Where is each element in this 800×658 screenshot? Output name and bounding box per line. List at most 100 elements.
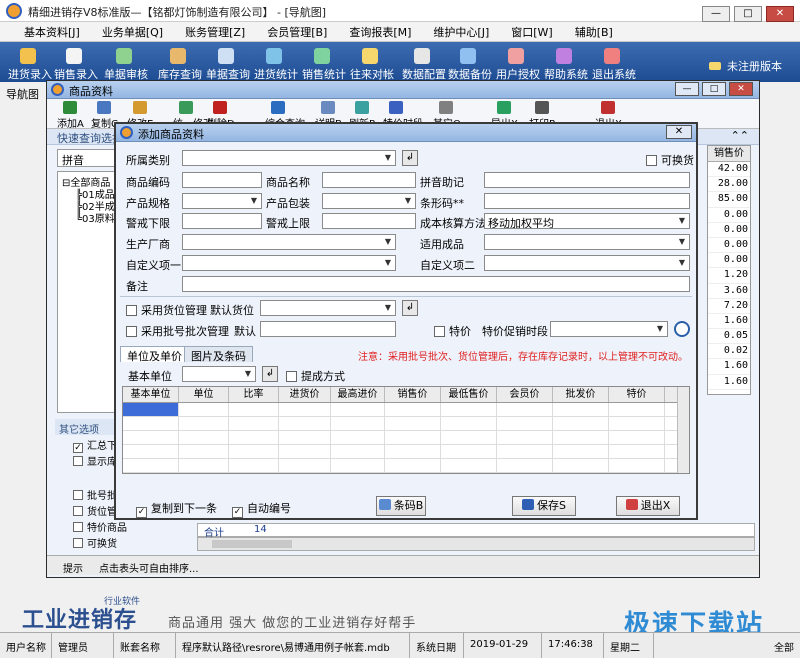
cost-method-select[interactable]: 移动加权平均 ▼ [484, 213, 690, 229]
code-input[interactable] [182, 172, 262, 188]
price-cell[interactable]: 7.20 [708, 299, 750, 314]
menu-accounts[interactable]: 账务管理[Z] [185, 24, 245, 40]
close-button[interactable]: ✕ [766, 6, 794, 22]
menu-members[interactable]: 会员管理[B] [267, 24, 327, 40]
collapse-icon[interactable]: ⌃⌃ [731, 129, 749, 142]
default-batch-input[interactable] [260, 321, 396, 337]
grid-row[interactable] [123, 445, 689, 459]
clock-icon[interactable] [674, 321, 690, 337]
price-cell[interactable]: 28.00 [708, 177, 750, 193]
spec-select[interactable]: ▼ [182, 193, 262, 209]
main-status-bar: 用户名称 管理员 账套名称 程序默认路径\resrore\易博通用例子帐套.md… [0, 632, 800, 658]
auto-code-checkbox[interactable]: ✓ 自动编号 [232, 500, 291, 518]
menu-maintenance[interactable]: 维护中心[J] [433, 24, 489, 40]
menu-reports[interactable]: 查询报表[M] [349, 24, 411, 40]
sale-price-header[interactable]: 销售价 [708, 146, 750, 162]
remark-input[interactable] [182, 276, 690, 292]
menu-help[interactable]: 辅助[B] [575, 24, 613, 40]
exit-button[interactable]: 退出X [616, 496, 680, 516]
menu-bar: 基本资料[J] 业务单据[Q] 账务管理[Z] 会员管理[B] 查询报表[M] … [0, 22, 800, 42]
grid-header-3[interactable]: 进货价 [279, 387, 331, 402]
price-cell[interactable]: 0.00 [708, 238, 750, 254]
window-logo-icon [51, 83, 64, 96]
grid-row[interactable] [123, 417, 689, 431]
price-cell[interactable]: 0.05 [708, 329, 750, 345]
grid-header-7[interactable]: 会员价 [497, 387, 553, 402]
barcode-input[interactable] [484, 193, 690, 209]
grid-vertical-scrollbar[interactable] [677, 387, 689, 473]
price-cell[interactable]: 85.00 [708, 192, 750, 208]
minimize-button[interactable]: — [702, 6, 730, 22]
menu-basic[interactable]: 基本资料[J] [24, 24, 80, 40]
copy-next-checkbox[interactable]: ✓ 复制到下一条 [136, 500, 217, 518]
grid-header-4[interactable]: 最高进价 [331, 387, 385, 402]
price-cell[interactable]: 3.60 [708, 284, 750, 299]
option-top-1[interactable]: 显示库 [73, 453, 117, 468]
main-toolbar: 未注册版本 进货录入 销售录入 单据审核 库存查询 单据查询 进货统计 销售统计 往来对帐 数据… [0, 42, 800, 82]
price-cell[interactable]: 1.60 [708, 375, 750, 390]
product-maximize-button[interactable]: □ [702, 82, 726, 96]
custom2-select[interactable]: ▼ [484, 255, 690, 271]
option-bottom-1[interactable]: 货位管 [73, 503, 117, 518]
product-minimize-button[interactable]: — [675, 82, 699, 96]
save-button[interactable]: 保存S [512, 496, 576, 516]
commission-checkbox[interactable]: 提成方式 [286, 368, 345, 384]
grid-row[interactable] [123, 459, 689, 473]
price-cell[interactable]: 0.02 [708, 344, 750, 360]
option-bottom-0[interactable]: 批号批 [73, 487, 117, 502]
category-select[interactable]: ▼ [182, 150, 396, 166]
grid-row[interactable] [123, 403, 689, 417]
pinyin-input[interactable] [484, 172, 690, 188]
name-input[interactable] [322, 172, 416, 188]
grid-header-6[interactable]: 最低售价 [441, 387, 497, 402]
menu-business[interactable]: 业务单据[Q] [102, 24, 163, 40]
location-picker-button[interactable]: ↲ [402, 300, 418, 316]
price-cell[interactable]: 1.60 [708, 359, 750, 375]
base-unit-select[interactable]: ▼ [182, 366, 256, 382]
grid-header-9[interactable]: 特价 [609, 387, 665, 402]
special-period-select[interactable]: ▼ [550, 321, 668, 337]
price-cell[interactable]: 42.00 [708, 162, 750, 178]
option-bottom-2[interactable]: 特价商品 [73, 519, 127, 534]
custom1-select[interactable]: ▼ [182, 255, 396, 271]
maximize-button[interactable]: □ [734, 6, 762, 22]
grid-header-0[interactable]: 基本单位 [123, 387, 179, 402]
default-location-select[interactable]: ▼ [260, 300, 396, 316]
option-bottom-3[interactable]: 可换货 [73, 535, 117, 550]
unit-picker-button[interactable]: ↲ [262, 366, 278, 382]
special-checkbox[interactable]: 特价 [434, 323, 471, 339]
key-icon [709, 62, 721, 70]
use-batch-checkbox[interactable]: 采用批号批次管理 [126, 323, 229, 339]
dialog-close-button[interactable]: ✕ [666, 125, 692, 139]
grid-header-2[interactable]: 比率 [229, 387, 279, 402]
grid-header-1[interactable]: 单位 [179, 387, 229, 402]
product-close-button[interactable]: ✕ [729, 82, 753, 96]
tab-navigation[interactable]: 导航图 [6, 86, 39, 102]
price-cell[interactable]: 0.00 [708, 223, 750, 238]
applicable-select[interactable]: ▼ [484, 234, 690, 250]
grid-header-8[interactable]: 批发价 [553, 387, 609, 402]
exchangeable-checkbox[interactable]: 可换货 [646, 152, 694, 168]
tree-item-raw[interactable]: ╚03原料 [76, 210, 115, 225]
price-cell[interactable]: 0.00 [708, 208, 750, 223]
package-select[interactable]: ▼ [322, 193, 416, 209]
warn-high-input[interactable] [322, 213, 416, 229]
separator [120, 296, 692, 297]
price-cell[interactable]: 0.00 [708, 253, 750, 269]
maker-select[interactable]: ▼ [182, 234, 396, 250]
price-cell[interactable]: 1.60 [708, 314, 750, 330]
horizontal-scrollbar[interactable] [197, 537, 755, 551]
barcode-button[interactable]: 条码B [376, 496, 426, 516]
menu-window[interactable]: 窗口[W] [511, 24, 552, 40]
category-picker-button[interactable]: ↲ [402, 150, 418, 166]
option-top-0[interactable]: ✓ 汇总下 [73, 437, 117, 453]
price-cell[interactable]: 1.20 [708, 268, 750, 284]
tab-units-prices[interactable]: 单位及单价 [120, 346, 189, 363]
tab-images-barcodes[interactable]: 图片及条码 [184, 346, 253, 363]
backup-icon [460, 48, 476, 64]
product-toolbar-button-0[interactable]: 添加A [57, 115, 84, 130]
use-location-checkbox[interactable]: 采用货位管理 [126, 302, 207, 318]
warn-low-input[interactable] [182, 213, 262, 229]
grid-row[interactable] [123, 431, 689, 445]
grid-header-5[interactable]: 销售价 [385, 387, 441, 402]
